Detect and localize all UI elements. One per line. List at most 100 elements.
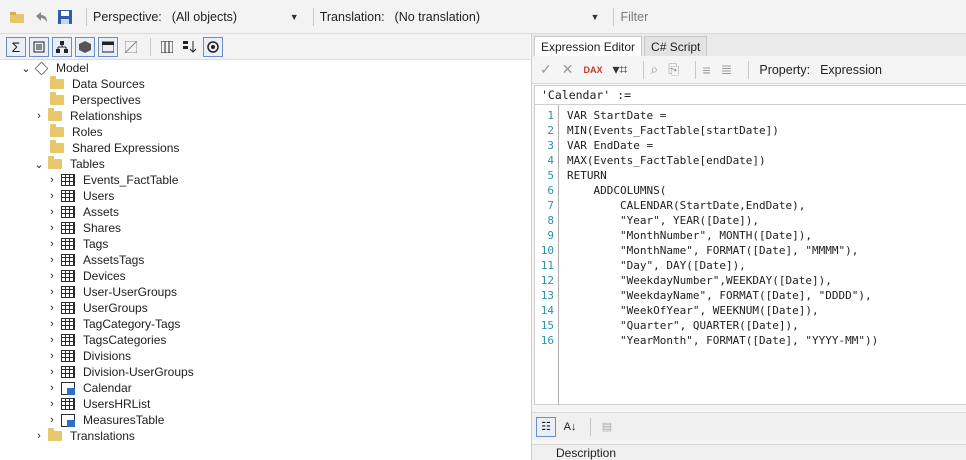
tree-item-shared-expressions[interactable]: Shared Expressions bbox=[50, 140, 179, 156]
tree-item-calculated-table[interactable]: › MeasuresTable bbox=[46, 412, 164, 428]
list-icon[interactable] bbox=[29, 36, 49, 57]
chevron-right-icon[interactable]: › bbox=[46, 350, 58, 362]
comment-icon[interactable]: ≡ bbox=[702, 62, 710, 78]
line-number: 14 bbox=[540, 304, 554, 317]
table-icon bbox=[61, 302, 75, 314]
tree-item-translations[interactable]: › Translations bbox=[33, 428, 135, 444]
chevron-right-icon[interactable]: › bbox=[46, 238, 58, 250]
editor-toolbar: ✓ ✕ DAX ▾⌗ ⌕ ⎘ ≡ ≣ Property: Expression bbox=[532, 56, 966, 84]
line-number: 9 bbox=[547, 229, 554, 242]
tree-item-table[interactable]: › UserGroups bbox=[46, 300, 148, 316]
table-icon bbox=[61, 254, 75, 266]
tree-item-table[interactable]: › Divisions bbox=[46, 348, 131, 364]
tree-item-label: AssetsTags bbox=[83, 253, 145, 267]
undo-icon[interactable] bbox=[32, 8, 50, 26]
chevron-right-icon[interactable]: › bbox=[46, 286, 58, 298]
sort-icon[interactable] bbox=[180, 37, 200, 57]
tree-item-label: Divisions bbox=[83, 349, 132, 363]
tree-item-data-sources[interactable]: Data Sources bbox=[50, 76, 145, 92]
chevron-right-icon[interactable]: › bbox=[46, 366, 58, 378]
cube-icon[interactable] bbox=[75, 36, 95, 57]
search-icon[interactable]: ⌕ bbox=[650, 61, 658, 78]
chevron-right-icon[interactable]: › bbox=[46, 222, 58, 234]
hierarchy-icon[interactable] bbox=[52, 36, 72, 57]
chevron-right-icon[interactable]: › bbox=[46, 302, 58, 314]
model-icon bbox=[34, 61, 49, 75]
code-line: "MonthName", FORMAT([Date], "MMMM"), bbox=[567, 244, 859, 257]
tree-item-model[interactable]: ⌄ Model bbox=[20, 60, 88, 76]
close-icon[interactable]: ✕ bbox=[562, 61, 574, 78]
tree-item-table[interactable]: › Assets bbox=[46, 204, 119, 220]
sigma-icon[interactable]: Σ bbox=[6, 36, 26, 57]
tree-item-table[interactable]: › AssetsTags bbox=[46, 252, 144, 268]
tree-item-label: Translations bbox=[70, 429, 135, 443]
chevron-right-icon[interactable]: › bbox=[46, 398, 58, 410]
chevron-right-icon[interactable]: › bbox=[46, 382, 58, 394]
translation-select[interactable]: (No translation) bbox=[395, 10, 585, 24]
folder-icon bbox=[50, 76, 64, 89]
code-line: "WeekdayName", FORMAT([Date], "DDDD"), bbox=[567, 289, 872, 302]
chevron-right-icon[interactable]: › bbox=[46, 270, 58, 282]
tree-item-table[interactable]: › Events_FactTable bbox=[46, 172, 178, 188]
code-editor[interactable]: 1 2 3 4 5 6 7 8 9 10 11 12 13 14 15 16 V… bbox=[534, 105, 966, 405]
table-icon bbox=[61, 190, 75, 202]
tree-item-table[interactable]: › UsersHRList bbox=[46, 396, 150, 412]
categorized-icon[interactable]: ☷ bbox=[536, 416, 556, 437]
property-select[interactable]: Expression bbox=[820, 63, 882, 77]
tree-item-table[interactable]: › Tags bbox=[46, 236, 108, 252]
chevron-down-icon[interactable]: ▼ bbox=[591, 12, 600, 22]
chevron-right-icon[interactable]: › bbox=[46, 190, 58, 202]
uncomment-icon[interactable]: ≣ bbox=[721, 61, 733, 78]
tree-item-perspectives[interactable]: Perspectives bbox=[50, 92, 141, 108]
columns-icon[interactable] bbox=[157, 37, 177, 57]
tab-expression-editor[interactable]: Expression Editor bbox=[534, 36, 643, 56]
tree-item-calculated-table[interactable]: › Calendar bbox=[46, 380, 132, 396]
tree-item-table[interactable]: › Users bbox=[46, 188, 114, 204]
chevron-right-icon[interactable]: › bbox=[46, 206, 58, 218]
toolbar-separator bbox=[695, 60, 697, 79]
sort-alpha-icon[interactable]: A↓ bbox=[560, 417, 580, 437]
code-line: "Year", YEAR([Date]), bbox=[567, 214, 760, 227]
chevron-right-icon[interactable]: › bbox=[46, 254, 58, 266]
tree-item-table[interactable]: › TagsCategories bbox=[46, 332, 166, 348]
save-icon[interactable] bbox=[56, 8, 74, 26]
table-icon bbox=[61, 174, 75, 186]
chevron-down-icon[interactable]: ⌄ bbox=[20, 62, 32, 75]
tree-item-table[interactable]: › Division-UserGroups bbox=[46, 364, 194, 380]
display-options-icon[interactable] bbox=[203, 36, 223, 57]
chevron-right-icon[interactable]: › bbox=[46, 318, 58, 330]
open-folder-icon[interactable] bbox=[8, 8, 26, 26]
tree-item-table[interactable]: › Shares bbox=[46, 220, 121, 236]
tree-item-label: UserGroups bbox=[83, 301, 148, 315]
toolbar-separator bbox=[590, 417, 591, 436]
table-icon bbox=[61, 366, 75, 378]
tree-item-relationships[interactable]: › Relationships bbox=[33, 108, 142, 124]
tree-item-roles[interactable]: Roles bbox=[50, 124, 103, 140]
chevron-down-icon[interactable]: ▼ bbox=[290, 12, 299, 22]
chevron-right-icon[interactable]: › bbox=[46, 174, 58, 186]
chevron-right-icon[interactable]: › bbox=[33, 430, 45, 442]
tree-item-table[interactable]: › Devices bbox=[46, 268, 126, 284]
chevron-right-icon[interactable]: › bbox=[46, 334, 58, 346]
line-number: 8 bbox=[547, 214, 554, 227]
filter-input[interactable]: Filter bbox=[620, 10, 648, 24]
replace-icon[interactable]: ⎘ bbox=[668, 61, 679, 78]
chevron-right-icon[interactable]: › bbox=[46, 414, 58, 426]
window-icon[interactable] bbox=[98, 36, 118, 57]
chevron-down-icon[interactable]: ⌄ bbox=[33, 158, 45, 171]
chevron-right-icon[interactable]: › bbox=[33, 110, 45, 122]
dax-format-icon[interactable]: DAX bbox=[583, 65, 602, 75]
tree-item-table[interactable]: › User-UserGroups bbox=[46, 284, 177, 300]
tree-item-tables[interactable]: ⌄ Tables bbox=[33, 156, 105, 172]
tree-item-label: User-UserGroups bbox=[83, 285, 178, 299]
tree-item-table[interactable]: › TagCategory-Tags bbox=[46, 316, 180, 332]
tree-item-label: Assets bbox=[83, 205, 120, 219]
line-number: 5 bbox=[547, 169, 554, 182]
property-pages-icon[interactable]: ▤ bbox=[597, 417, 617, 437]
hidden-objects-icon[interactable] bbox=[121, 37, 141, 57]
dependencies-icon[interactable]: ▾⌗ bbox=[612, 61, 627, 78]
code-line: MIN(Events_FactTable[startDate]) bbox=[567, 124, 779, 137]
tab-csharp-script[interactable]: C# Script bbox=[644, 36, 708, 56]
check-icon[interactable]: ✓ bbox=[540, 61, 552, 78]
perspective-select[interactable]: (All objects) bbox=[172, 10, 284, 24]
